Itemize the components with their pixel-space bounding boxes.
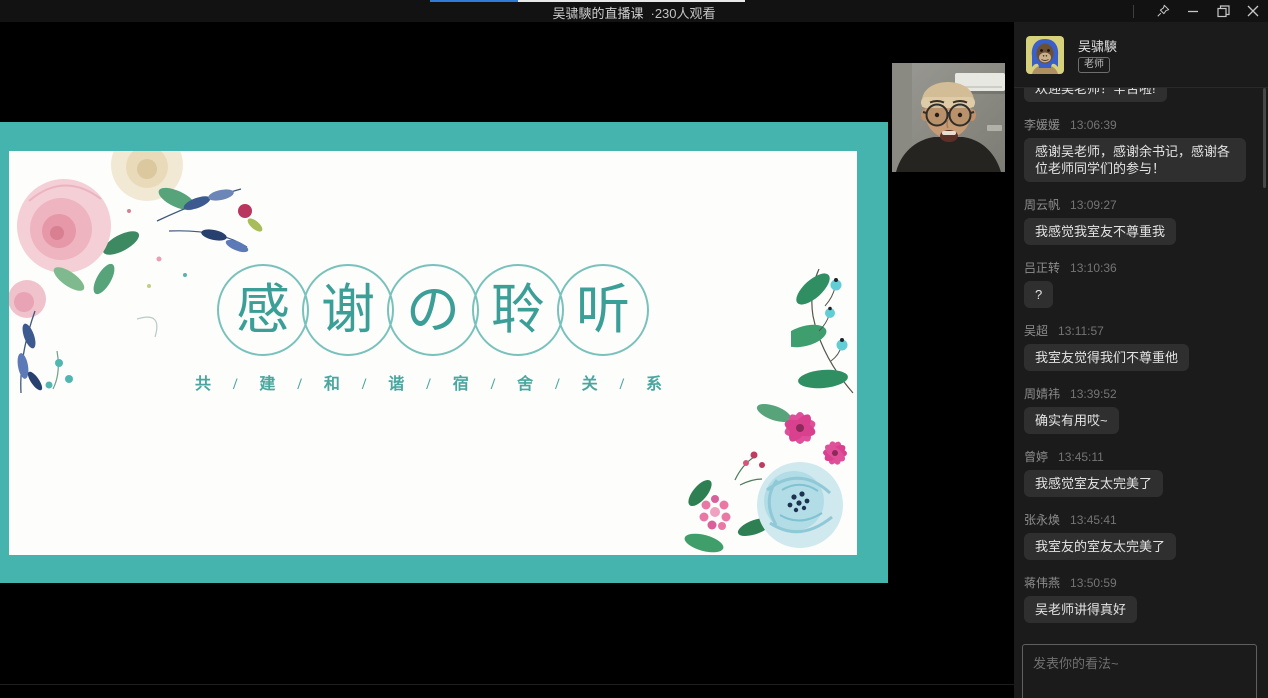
controls-divider bbox=[1133, 5, 1134, 18]
minimize-icon[interactable] bbox=[1178, 0, 1208, 22]
chat-panel: 吴骕騻 老师 欢迎吴老师！辛苦啦! 李媛媛 13:06:39 感谢吴老师，感谢余书… bbox=[1014, 22, 1268, 698]
progress-played bbox=[430, 0, 518, 2]
chat-username: 蒋伟燕 bbox=[1024, 576, 1060, 590]
chat-message: 曾婷 13:45:11 我感觉室友太完美了 bbox=[1024, 448, 1258, 497]
chat-bubble: ? bbox=[1024, 281, 1053, 308]
chat-bubble: 确实有用哎~ bbox=[1024, 407, 1119, 434]
window-title: 吴骕騻的直播课 ·230人观看 bbox=[0, 3, 1268, 22]
chat-message: 周婧祎 13:39:52 确实有用哎~ bbox=[1024, 385, 1258, 434]
chat-username: 李媛媛 bbox=[1024, 118, 1060, 132]
chat-username: 吕正转 bbox=[1024, 261, 1060, 275]
title-char: の bbox=[406, 283, 460, 337]
titlebar[interactable]: 吴骕騻的直播课 ·230人观看 bbox=[0, 0, 1268, 22]
title-circle: 感 bbox=[217, 264, 309, 356]
chat-timestamp: 13:39:52 bbox=[1070, 387, 1117, 401]
chat-username: 曾婷 bbox=[1024, 450, 1048, 464]
chat-bubble: 感谢吴老师，感谢余书记，感谢各位老师同学们的参与！ bbox=[1024, 138, 1246, 182]
chat-message: 吕正转 13:10:36 ? bbox=[1024, 259, 1258, 308]
chat-timestamp: 13:10:36 bbox=[1070, 261, 1117, 275]
chat-bubble: 我感觉室友太完美了 bbox=[1024, 470, 1163, 497]
close-icon[interactable] bbox=[1238, 0, 1268, 22]
chat-bubble: 我感觉我室友不尊重我 bbox=[1024, 218, 1176, 245]
chat-message: 欢迎吴老师！辛苦啦! bbox=[1024, 88, 1258, 102]
chat-bubble: 欢迎吴老师！辛苦啦! bbox=[1024, 88, 1167, 102]
title-circle: 聆 bbox=[472, 264, 564, 356]
chat-timestamp: 13:11:57 bbox=[1058, 324, 1104, 338]
chat-username: 张永焕 bbox=[1024, 513, 1060, 527]
floral-decoration-bottom-right bbox=[682, 395, 857, 555]
chat-scrollbar[interactable] bbox=[1263, 88, 1266, 188]
chat-input[interactable] bbox=[1022, 644, 1257, 698]
chat-username: 周婧祎 bbox=[1024, 387, 1060, 401]
teacher-badge: 老师 bbox=[1078, 57, 1110, 73]
slide-frame: 感 谢 の 聆 听 共 / 建 / 和 / 谐 / 宿 / 舍 / 关 / 系 bbox=[0, 122, 888, 583]
title-char: 听 bbox=[576, 283, 630, 337]
chat-username: 周云帆 bbox=[1024, 198, 1060, 212]
title-char: 聆 bbox=[491, 283, 545, 337]
viewer-count: ·230人观看 bbox=[650, 6, 715, 21]
title-circle: 听 bbox=[557, 264, 649, 356]
chat-message: 张永焕 13:45:41 我室友的室友太完美了 bbox=[1024, 511, 1258, 560]
title-circle: 谢 bbox=[302, 264, 394, 356]
chat-message: 李媛媛 13:06:39 感谢吴老师，感谢余书记，感谢各位老师同学们的参与！ bbox=[1024, 116, 1258, 182]
presentation-stage: 感 谢 の 聆 听 共 / 建 / 和 / 谐 / 宿 / 舍 / 关 / 系 bbox=[0, 22, 1014, 698]
title-char: 谢 bbox=[321, 283, 375, 337]
restore-icon[interactable] bbox=[1208, 0, 1238, 22]
stream-title: 吴骕騻的直播课 bbox=[552, 6, 643, 21]
player-controls-divider bbox=[0, 684, 1014, 685]
window-controls bbox=[1133, 0, 1268, 22]
chat-bubble: 我室友觉得我们不尊重他 bbox=[1024, 344, 1189, 371]
chat-header: 吴骕騻 老师 bbox=[1014, 22, 1268, 88]
chat-timestamp: 13:06:39 bbox=[1070, 118, 1117, 132]
chat-message: 吴超 13:11:57 我室友觉得我们不尊重他 bbox=[1024, 322, 1258, 371]
teacher-avatar bbox=[1026, 36, 1064, 74]
chat-message: 蒋伟燕 13:50:59 吴老师讲得真好 bbox=[1024, 574, 1258, 623]
pink-dot-flower bbox=[700, 495, 731, 530]
slide-title: 感 谢 の 聆 听 bbox=[9, 264, 857, 356]
chat-messages[interactable]: 欢迎吴老师！辛苦啦! 李媛媛 13:06:39 感谢吴老师，感谢余书记，感谢各位老… bbox=[1014, 88, 1268, 644]
teacher-webcam bbox=[892, 63, 1005, 172]
pin-icon[interactable] bbox=[1148, 0, 1178, 22]
chat-timestamp: 13:45:41 bbox=[1070, 513, 1117, 527]
slide-subtitle: 共 / 建 / 和 / 谐 / 宿 / 舍 / 关 / 系 bbox=[9, 370, 857, 394]
chat-bubble: 吴老师讲得真好 bbox=[1024, 596, 1137, 623]
chat-bubble: 我室友的室友太完美了 bbox=[1024, 533, 1176, 560]
chat-timestamp: 13:09:27 bbox=[1070, 198, 1117, 212]
chat-message: 周云帆 13:09:27 我感觉我室友不尊重我 bbox=[1024, 196, 1258, 245]
teacher-name: 吴骕騻 bbox=[1078, 36, 1117, 55]
chat-timestamp: 13:50:59 bbox=[1070, 576, 1117, 590]
app-window: 吴骕騻的直播课 ·230人观看 bbox=[0, 0, 1268, 698]
chat-timestamp: 13:45:11 bbox=[1058, 450, 1104, 464]
progress-buffer bbox=[518, 0, 745, 2]
slide: 感 谢 の 聆 听 共 / 建 / 和 / 谐 / 宿 / 舍 / 关 / 系 bbox=[9, 151, 857, 555]
chat-username: 吴超 bbox=[1024, 324, 1048, 338]
title-char: 感 bbox=[236, 283, 290, 337]
title-circle: の bbox=[387, 264, 479, 356]
